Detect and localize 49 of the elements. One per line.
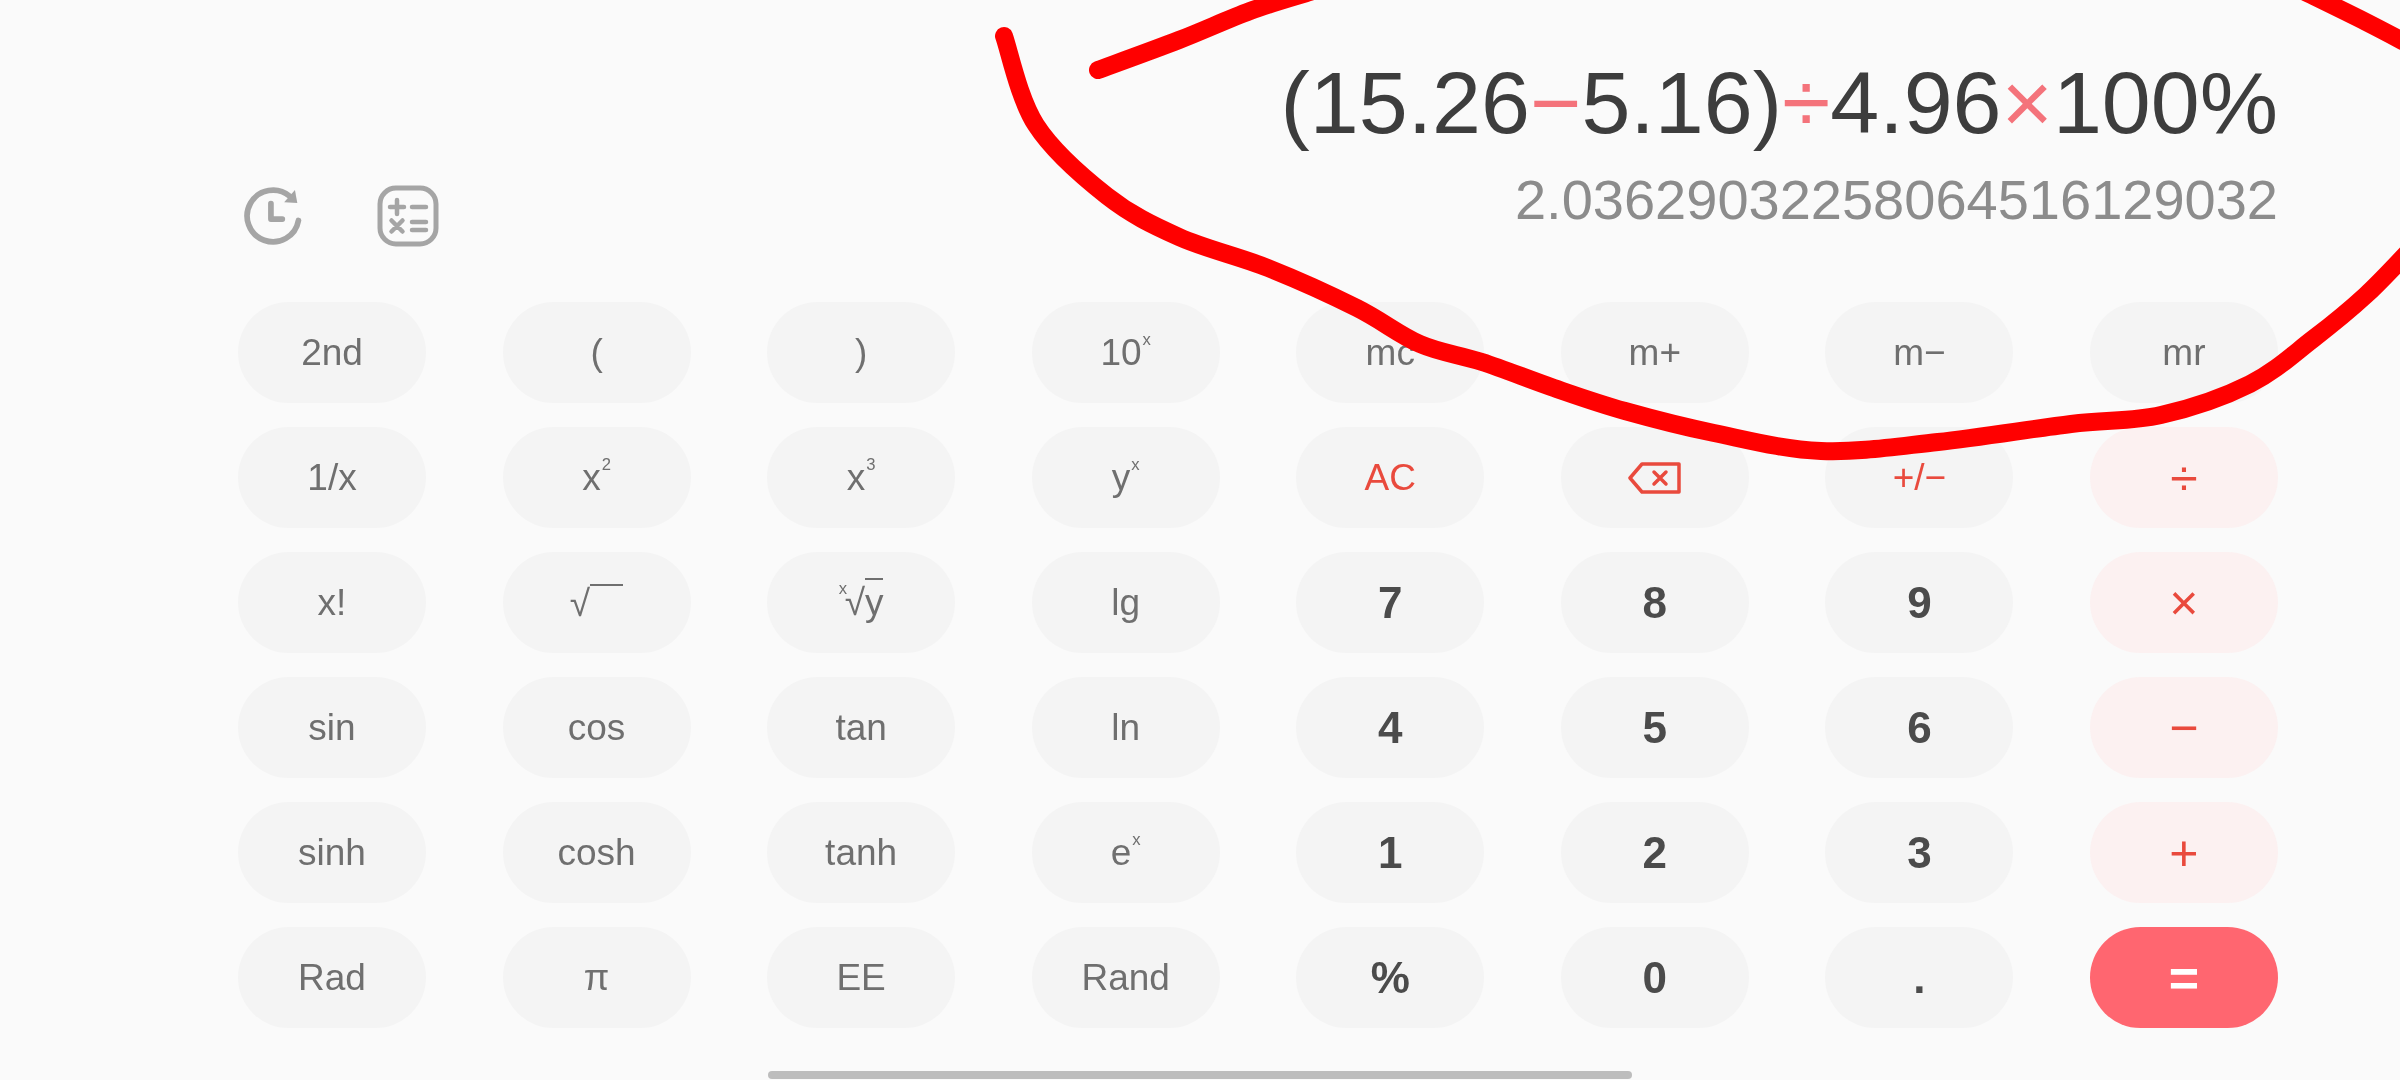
digit-key[interactable]: 5 — [1560, 677, 1749, 778]
digit-key[interactable]: % — [1296, 927, 1485, 1028]
function-key[interactable]: √ — [502, 552, 691, 653]
function-key[interactable]: cos — [502, 677, 691, 778]
function-key[interactable]: e$^{x}$ — [1031, 802, 1220, 903]
control-key[interactable]: AC — [1296, 427, 1485, 528]
digit-key[interactable]: 2 — [1560, 802, 1749, 903]
function-key[interactable]: m+ — [1560, 302, 1749, 403]
function-key[interactable]: x$^{3}$ — [767, 427, 956, 528]
function-key[interactable]: ln — [1031, 677, 1220, 778]
function-key[interactable]: Rand — [1031, 927, 1220, 1028]
function-key[interactable]: tan — [767, 677, 956, 778]
function-key[interactable]: mr — [2089, 302, 2278, 403]
digit-key[interactable]: 1 — [1296, 802, 1485, 903]
function-key[interactable]: x$^{2}$ — [502, 427, 691, 528]
function-key[interactable]: π — [502, 927, 691, 1028]
result-text: 2.03629032258064516129032 — [1514, 172, 2278, 228]
history-icon[interactable] — [243, 186, 303, 246]
digit-key[interactable]: 7 — [1296, 552, 1485, 653]
digit-key[interactable]: 0 — [1560, 927, 1749, 1028]
function-key[interactable]: lg — [1031, 552, 1220, 653]
math-symbols-icon[interactable] — [377, 185, 439, 247]
digit-key[interactable]: 6 — [1825, 677, 2014, 778]
operator-key[interactable]: ÷ — [2089, 427, 2278, 528]
operator-key[interactable]: − — [2089, 677, 2278, 778]
function-key[interactable]: 10$^{x}$ — [1031, 302, 1220, 403]
function-key[interactable]: sin — [238, 677, 426, 778]
operator-key[interactable]: × — [2089, 552, 2278, 653]
function-key[interactable]: $^{x}$√y — [767, 552, 956, 653]
digit-key[interactable]: 8 — [1560, 552, 1749, 653]
function-key[interactable]: ) — [767, 302, 956, 403]
digit-key[interactable]: 3 — [1825, 802, 2014, 903]
function-key[interactable]: m− — [1825, 302, 2014, 403]
equals-key[interactable]: = — [2089, 927, 2278, 1028]
function-key[interactable]: 2nd — [238, 302, 426, 403]
function-key[interactable]: y$^{x}$ — [1031, 427, 1220, 528]
function-key[interactable]: tanh — [767, 802, 956, 903]
function-key[interactable]: 1/x — [238, 427, 426, 528]
digit-key[interactable]: . — [1825, 927, 2014, 1028]
operator-key[interactable]: + — [2089, 802, 2278, 903]
function-key[interactable]: EE — [767, 927, 956, 1028]
function-key[interactable]: cosh — [502, 802, 691, 903]
digit-key[interactable]: 4 — [1296, 677, 1485, 778]
digit-key[interactable]: 9 — [1825, 552, 2014, 653]
function-key[interactable]: Rad — [238, 927, 426, 1028]
function-key[interactable]: ( — [502, 302, 691, 403]
function-key[interactable]: sinh — [238, 802, 426, 903]
function-key[interactable]: x! — [238, 552, 426, 653]
backspace-icon — [1627, 460, 1682, 495]
